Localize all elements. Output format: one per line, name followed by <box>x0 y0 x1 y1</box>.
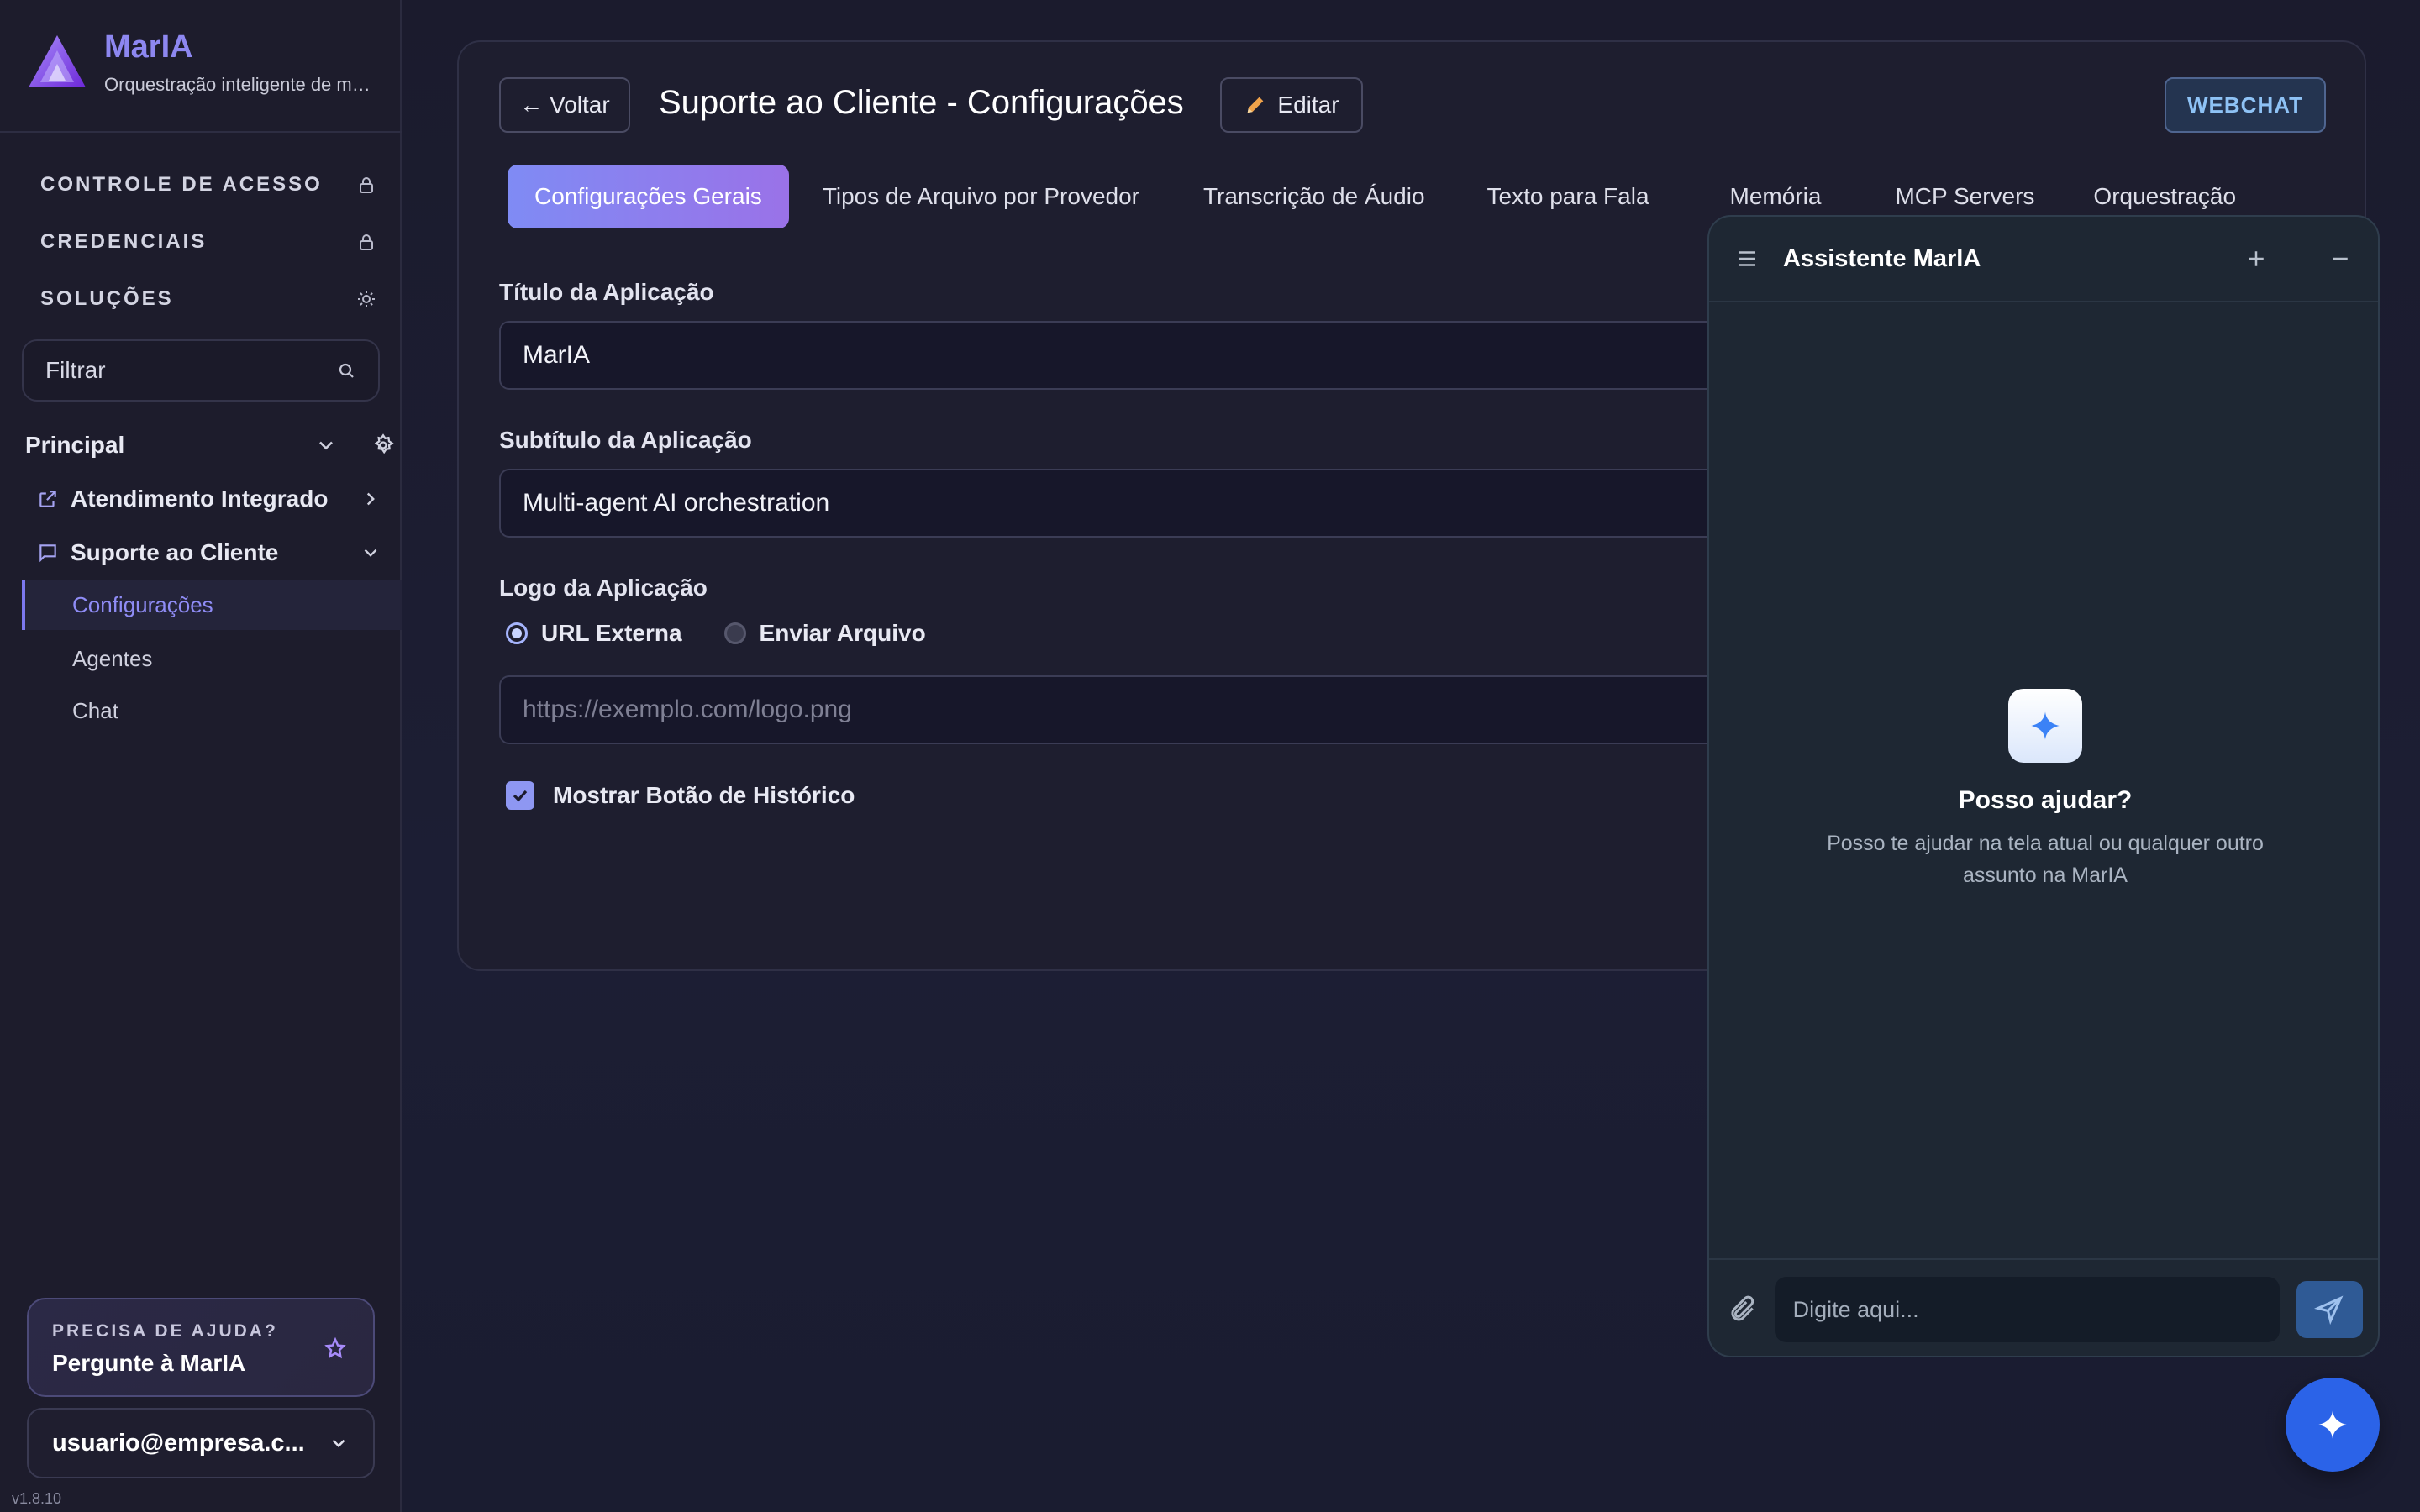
sidebar-section-credentials[interactable]: CREDENCIAIS <box>40 225 376 259</box>
history-toggle-row[interactable]: Mostrar Botão de Histórico <box>506 781 855 810</box>
paperclip-icon[interactable] <box>1728 1294 1758 1325</box>
webchat-button[interactable]: WEBCHAT <box>2165 77 2326 133</box>
chat-title: Assistente MarIA <box>1783 244 1981 272</box>
assistant-chat-panel: Assistente MarIA Posso ajudar? Posso te … <box>1707 215 2380 1357</box>
empty-title: Posso ajudar? <box>1958 786 2133 814</box>
section-label: CREDENCIAIS <box>40 230 208 253</box>
app-title-label: Título da Aplicação <box>499 279 714 305</box>
edit-button[interactable]: Editar <box>1220 77 1363 133</box>
gear-icon[interactable] <box>371 433 395 457</box>
sparkle-icon <box>2318 1410 2347 1439</box>
chat-header: Assistente MarIA <box>1709 217 2378 302</box>
nav-group-principal[interactable]: Principal <box>25 427 395 464</box>
radio-enviar-arquivo-label[interactable]: Enviar Arquivo <box>760 620 926 647</box>
tab-configuracoes-gerais[interactable]: Configurações Gerais <box>508 165 789 228</box>
external-link-icon <box>39 491 56 507</box>
sun-icon <box>358 291 375 307</box>
section-label: SOLUÇÕES <box>40 287 174 310</box>
chevron-right-icon <box>366 492 375 506</box>
radio-url-externa[interactable] <box>506 622 528 644</box>
radio-enviar-arquivo[interactable] <box>723 622 746 644</box>
menu-icon[interactable] <box>1734 246 1760 271</box>
tab-texto-para-fala[interactable]: Texto para Fala <box>1455 165 1681 228</box>
check-icon <box>513 790 528 802</box>
plus-icon[interactable] <box>2244 246 2269 271</box>
brand-divider <box>0 131 402 133</box>
sidebar-item-suporte-ao-cliente[interactable]: Suporte ao Cliente <box>37 533 381 573</box>
radio-url-externa-label[interactable]: URL Externa <box>541 620 682 647</box>
user-email: usuario@empresa.c... <box>52 1429 305 1457</box>
logo-label: Logo da Aplicação <box>499 575 708 601</box>
chat-bubble-icon <box>39 544 56 563</box>
pencil-icon <box>1248 97 1264 113</box>
edit-label: Editar <box>1277 92 1339 118</box>
empty-description: Posso te ajudar na tela atual ou qualque… <box>1827 832 2264 887</box>
sidebar-subitem-agentes[interactable]: Agentes <box>22 633 402 684</box>
sparkle-icon <box>2008 689 2082 763</box>
sidebar: MarIA Orquestração inteligente de múltip… <box>0 0 402 1512</box>
chevron-down-icon <box>364 549 377 557</box>
app-version: v1.8.10 <box>12 1490 62 1507</box>
sidebar-section-access-control[interactable]: CONTROLE DE ACESSO <box>40 168 376 202</box>
help-card[interactable]: PRECISA DE AJUDA? Pergunte à MarIA <box>27 1298 375 1397</box>
group-label: Principal <box>25 432 125 458</box>
filter-input[interactable] <box>45 357 314 384</box>
nav-item-label: Suporte ao Cliente <box>71 539 279 565</box>
sidebar-subitem-chat[interactable]: Chat <box>22 685 402 736</box>
brand-logo-icon <box>29 35 86 87</box>
help-title: Pergunte à MarIA <box>52 1350 246 1376</box>
history-checkbox[interactable] <box>506 781 534 810</box>
brand-subtitle: Orquestração inteligente de múltiplos ag… <box>104 73 373 95</box>
user-menu[interactable]: usuario@empresa.c... <box>27 1408 375 1478</box>
sidebar-item-atendimento-integrado[interactable]: Atendimento Integrado <box>37 479 381 519</box>
send-button[interactable] <box>2296 1281 2363 1338</box>
brand-title: MarIA <box>104 29 193 65</box>
brand[interactable]: MarIA Orquestração inteligente de múltip… <box>25 29 373 96</box>
section-label: CONTROLE DE ACESSO <box>40 173 323 196</box>
history-label: Mostrar Botão de Histórico <box>553 782 855 808</box>
sparkle-star-icon <box>324 1336 346 1359</box>
chevron-down-icon[interactable] <box>314 433 338 457</box>
chat-input[interactable] <box>1774 1277 2280 1342</box>
help-kicker: PRECISA DE AJUDA? <box>52 1321 278 1341</box>
search-icon <box>339 363 354 378</box>
chat-empty-state: Posso ajudar? Posso te ajudar na tela at… <box>1709 689 2378 891</box>
tab-transcricao-de-audio[interactable]: Transcrição de Áudio <box>1173 165 1455 228</box>
sidebar-filter[interactable] <box>22 339 380 402</box>
back-button[interactable]: ← Voltar <box>499 77 630 133</box>
lock-icon <box>360 234 373 250</box>
chevron-down-icon <box>332 1439 345 1448</box>
tab-tipos-de-arquivo[interactable]: Tipos de Arquivo por Provedor <box>789 165 1173 228</box>
lock-icon <box>360 177 373 193</box>
sidebar-subitem-configuracoes[interactable]: Configurações <box>22 580 402 630</box>
assistant-fab-button[interactable] <box>2286 1378 2380 1472</box>
logo-source-radio-group: URL Externa Enviar Arquivo <box>506 620 926 647</box>
chat-composer <box>1709 1258 2378 1356</box>
minimize-icon[interactable] <box>2328 246 2353 271</box>
page-title: Suporte ao Cliente - Configurações <box>659 84 1184 121</box>
sidebar-section-solutions[interactable]: SOLUÇÕES <box>40 282 376 316</box>
app-subtitle-label: Subtítulo da Aplicação <box>499 427 752 453</box>
nav-item-label: Atendimento Integrado <box>71 486 329 512</box>
send-icon <box>2314 1295 2344 1325</box>
